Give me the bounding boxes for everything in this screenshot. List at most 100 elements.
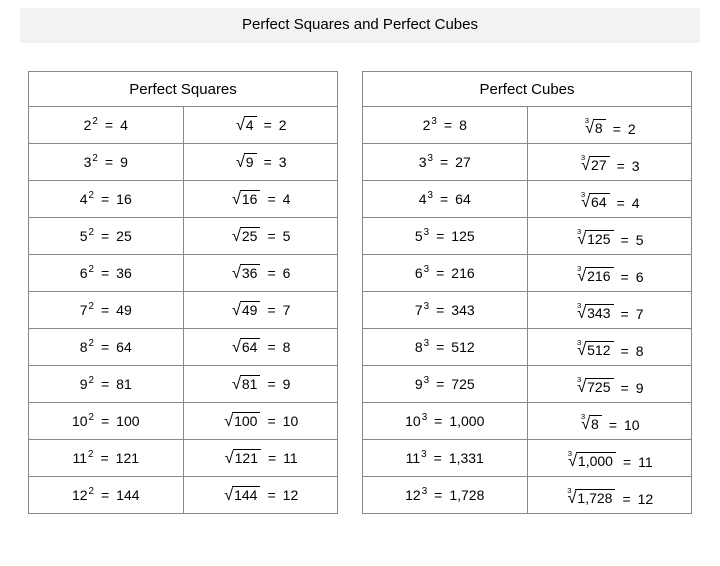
- radical-sign-icon: √: [577, 231, 586, 247]
- equals-sign: =: [105, 154, 113, 170]
- root-expression: √ 64: [230, 338, 260, 357]
- root-expression: √ 4: [234, 116, 257, 135]
- root-result: 6: [636, 269, 644, 285]
- equals-sign: =: [436, 339, 444, 355]
- radical-sign-icon: √: [232, 302, 241, 318]
- power-cell: 73 = 343: [363, 292, 528, 329]
- exponent: 2: [89, 338, 94, 349]
- power-expression: 122 = 144: [72, 487, 140, 503]
- power-cell: 63 = 216: [363, 255, 528, 292]
- root-equation: √ 36 = 6: [230, 264, 290, 283]
- root-expression: √ 25: [230, 227, 260, 246]
- root-equation: 3 √ 343 = 7: [575, 304, 643, 323]
- power-cell: 123 = 1,728: [363, 477, 528, 514]
- equals-sign: =: [621, 380, 629, 396]
- table-row: 23 = 8 3 √ 8 = 2: [363, 107, 692, 144]
- radicand: 144: [232, 486, 260, 505]
- root-expression: 3 √ 8: [583, 119, 606, 138]
- radical-sign-icon: √: [232, 376, 241, 392]
- power-result: 1,728: [449, 487, 484, 503]
- radical-sign-icon: √: [232, 228, 241, 244]
- power-cell: 32 = 9: [29, 144, 184, 181]
- equals-sign: =: [622, 491, 630, 507]
- radical-sign-icon: √: [577, 268, 586, 284]
- root-cell: √ 81 = 9: [183, 366, 338, 403]
- power-cell: 112 = 121: [29, 440, 184, 477]
- exponent: 2: [89, 486, 94, 497]
- radicand: 512: [585, 341, 613, 360]
- root-expression: √ 36: [230, 264, 260, 283]
- page: Perfect Squares and Perfect Cubes Perfec…: [0, 0, 720, 534]
- root-equation: √ 4 = 2: [234, 116, 287, 135]
- root-cell: 3 √ 512 = 8: [527, 329, 692, 366]
- root-result: 4: [283, 191, 291, 207]
- equals-sign: =: [101, 228, 109, 244]
- root-cell: √ 121 = 11: [183, 440, 338, 477]
- equals-sign: =: [101, 265, 109, 281]
- exponent: 3: [424, 338, 429, 349]
- root-result: 8: [636, 343, 644, 359]
- equals-sign: =: [100, 450, 108, 466]
- radicand: 1,728: [575, 489, 615, 508]
- table-row: 32 = 9 √ 9 = 3: [29, 144, 338, 181]
- cubes-body: 23 = 8 3 √ 8 = 2 33 = 27 3: [363, 107, 692, 514]
- root-cell: 3 √ 1,000 = 11: [527, 440, 692, 477]
- root-expression: 3 √ 27: [579, 156, 610, 175]
- equals-sign: =: [440, 191, 448, 207]
- root-cell: 3 √ 8 = 2: [527, 107, 692, 144]
- equals-sign: =: [623, 454, 631, 470]
- table-row: 73 = 343 3 √ 343 = 7: [363, 292, 692, 329]
- exponent: 3: [424, 264, 429, 275]
- root-expression: 3 √ 512: [575, 341, 613, 360]
- equals-sign: =: [267, 487, 275, 503]
- power-result: 100: [116, 413, 139, 429]
- radicand: 36: [240, 264, 261, 283]
- radical-sign-icon: √: [225, 450, 234, 466]
- power-result: 1,000: [449, 413, 484, 429]
- radical-sign-icon: √: [581, 157, 590, 173]
- radicand: 725: [585, 378, 613, 397]
- radical-sign-icon: √: [581, 194, 590, 210]
- root-equation: √ 49 = 7: [230, 301, 290, 320]
- root-result: 7: [636, 306, 644, 322]
- root-result: 9: [636, 380, 644, 396]
- radicand: 81: [240, 375, 261, 394]
- radicand: 1,000: [576, 452, 616, 471]
- root-cell: 3 √ 343 = 7: [527, 292, 692, 329]
- root-result: 2: [279, 117, 287, 133]
- power-expression: 93 = 725: [415, 376, 475, 392]
- equals-sign: =: [436, 376, 444, 392]
- equals-sign: =: [267, 376, 275, 392]
- table-row: 8 3 = 512 3 √ 512 = 8: [363, 329, 692, 366]
- exponent: 2: [88, 449, 93, 460]
- root-equation: √ 9 = 3: [234, 153, 287, 172]
- power-result: 64: [116, 339, 132, 355]
- power-expression: 23 = 8: [423, 117, 467, 133]
- table-row: 93 = 725 3 √ 725 = 9: [363, 366, 692, 403]
- root-equation: √ 81 = 9: [230, 375, 290, 394]
- power-expression: 73 = 343: [415, 302, 475, 318]
- root-cell: 3 √ 125 = 5: [527, 218, 692, 255]
- radicand: 49: [240, 301, 261, 320]
- equals-sign: =: [101, 413, 109, 429]
- exponent: 2: [89, 264, 94, 275]
- power-expression: 63 = 216: [415, 265, 475, 281]
- root-result: 11: [283, 450, 298, 466]
- root-result: 3: [632, 158, 640, 174]
- power-expression: 22 = 4: [84, 117, 128, 133]
- base-value: 112: [72, 450, 93, 466]
- base-value: 63: [415, 265, 429, 281]
- root-cell: √ 49 = 7: [183, 292, 338, 329]
- exponent: 2: [89, 190, 94, 201]
- radicand: 64: [240, 338, 261, 357]
- base-value: 103: [405, 413, 427, 429]
- root-equation: 3 √ 725 = 9: [575, 378, 643, 397]
- base-value: 32: [84, 154, 98, 170]
- squares-header: Perfect Squares: [29, 72, 338, 107]
- power-cell: 82 = 64: [29, 329, 184, 366]
- table-row: 103 = 1,000 3 √ 8 = 10: [363, 403, 692, 440]
- root-expression: 3 √ 8: [579, 415, 602, 434]
- squares-body: 22 = 4 √ 4 = 2 32 = 9: [29, 107, 338, 514]
- root-cell: √ 144 = 12: [183, 477, 338, 514]
- exponent: 2: [92, 153, 97, 164]
